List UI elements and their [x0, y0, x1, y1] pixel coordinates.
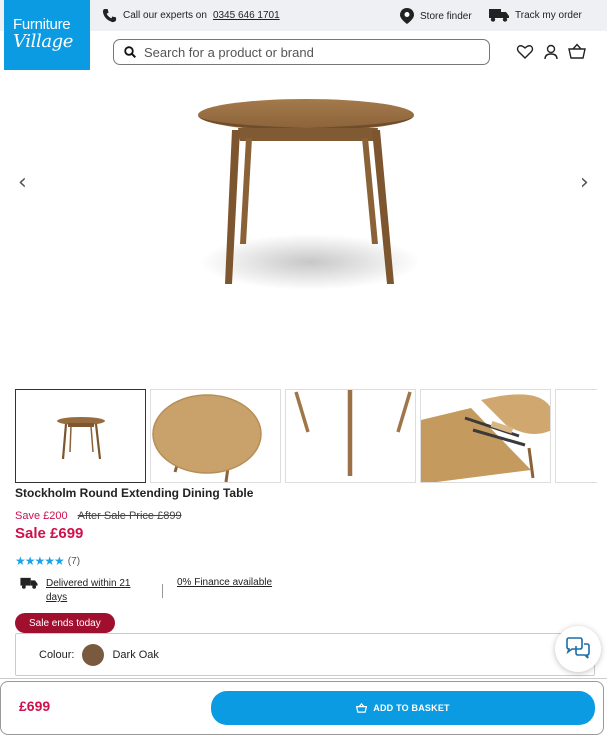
search-box[interactable]: [113, 39, 490, 65]
thumbnail-1[interactable]: [15, 389, 146, 483]
add-to-basket-label: ADD TO BASKET: [373, 703, 450, 713]
track-order-label: Track my order: [515, 9, 582, 21]
star-rating: ★★★★★: [15, 554, 65, 568]
basket-icon-small: [356, 702, 368, 713]
footer-price: £699: [19, 698, 51, 714]
thumbnail-table-extension: [421, 394, 550, 482]
was-price: After Sale Price £899: [77, 510, 182, 522]
phone-icon: [102, 8, 117, 23]
colour-selector[interactable]: Colour: Dark Oak: [15, 633, 595, 676]
sticky-footer: £699 ADD TO BASKET: [0, 678, 607, 736]
account-icon[interactable]: [542, 43, 560, 61]
info-divider: [162, 584, 163, 598]
truck-icon: [489, 9, 509, 22]
review-count: (7): [67, 555, 81, 567]
colour-value: Dark Oak: [112, 648, 159, 661]
product-title: Stockholm Round Extending Dining Table: [15, 486, 254, 500]
thumbnail-3[interactable]: [285, 389, 416, 483]
call-experts: Call our experts on 0345 646 1701: [102, 8, 280, 23]
savings-row: Save £200 After Sale Price £899: [15, 510, 182, 522]
gallery-prev-arrow[interactable]: ‹: [18, 170, 27, 195]
search-icon: [124, 46, 136, 58]
chat-bubble-icon: [566, 637, 590, 659]
sale-price: Sale £699: [15, 525, 84, 542]
call-prefix: Call our experts on: [123, 10, 207, 21]
furniture-village-logo[interactable]: Furniture Village: [4, 0, 90, 70]
delivery-link[interactable]: Delivered within 21 days: [46, 577, 146, 605]
chat-button[interactable]: [555, 626, 601, 672]
track-order-link[interactable]: Track my order: [489, 8, 582, 22]
thumbnail-5[interactable]: [555, 389, 597, 483]
colour-label: Colour:: [39, 648, 75, 661]
thumbnail-table-legs: [294, 390, 412, 476]
thumbnail-table-front: [57, 417, 105, 460]
save-amount: Save £200: [15, 510, 68, 522]
thumbnail-table-top: [152, 394, 262, 482]
store-finder-label: Store finder: [420, 10, 472, 22]
wishlist-heart-icon[interactable]: [516, 43, 534, 61]
main-product-image: [198, 99, 420, 290]
search-input[interactable]: [144, 44, 464, 60]
finance-link[interactable]: 0% Finance available: [177, 577, 272, 588]
delivery-info: Delivered within 21 days: [20, 577, 146, 605]
sale-ends-badge: Sale ends today: [15, 613, 115, 633]
call-number-link[interactable]: 0345 646 1701: [213, 10, 280, 21]
thumbnail-2[interactable]: [150, 389, 281, 483]
location-pin-icon: [400, 8, 414, 24]
basket-icon[interactable]: [568, 43, 586, 61]
footer-panel: £699 ADD TO BASKET: [0, 681, 604, 735]
add-to-basket-button[interactable]: ADD TO BASKET: [211, 691, 595, 725]
gallery-next-arrow[interactable]: ›: [580, 170, 589, 195]
thumbnail-strip: [15, 389, 597, 483]
logo-line2: Village: [13, 31, 74, 52]
delivery-truck-icon: [20, 577, 38, 589]
rating[interactable]: ★★★★★ (7): [15, 554, 80, 568]
thumbnail-4[interactable]: [420, 389, 551, 483]
store-finder-link[interactable]: Store finder: [400, 8, 472, 24]
colour-swatch: [82, 643, 105, 666]
